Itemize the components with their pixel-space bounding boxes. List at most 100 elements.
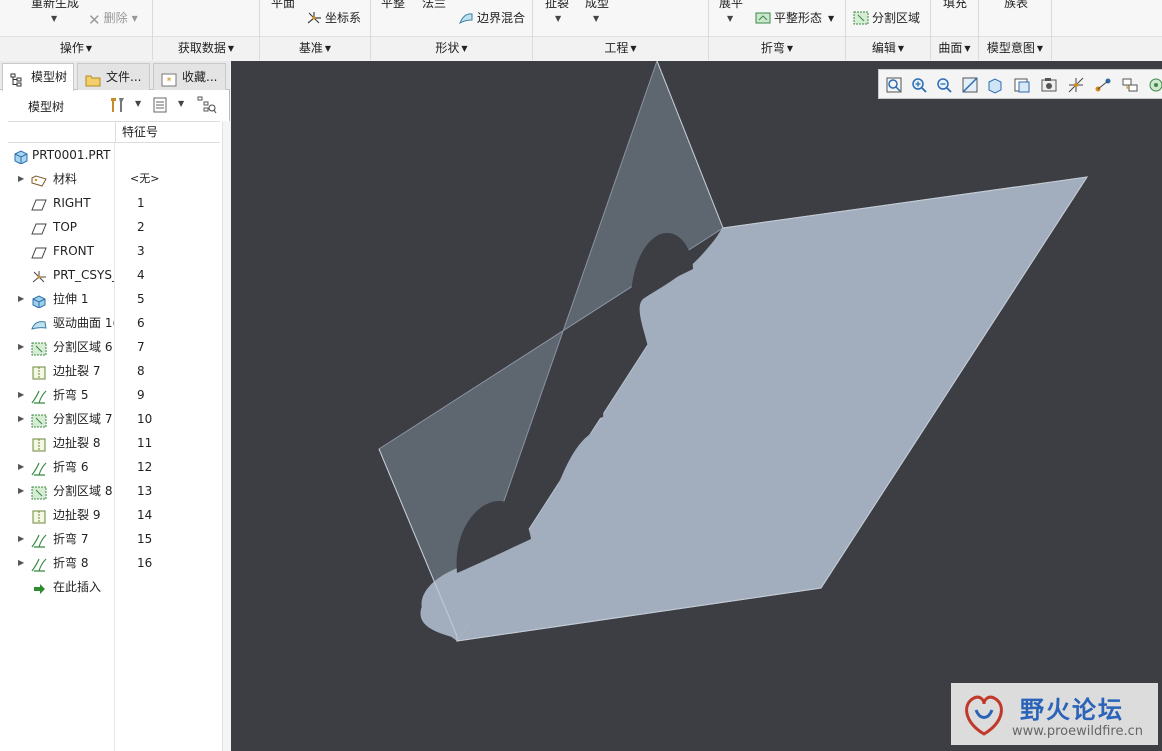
- appearance-icon[interactable]: [1147, 76, 1162, 94]
- tree-row[interactable]: TOP 2: [0, 215, 222, 239]
- datum-display-icon[interactable]: [1067, 76, 1085, 94]
- tree-item-feature-number: 6: [137, 316, 145, 330]
- expand-arrow-icon[interactable]: ▶: [18, 335, 24, 359]
- bend-icon: [31, 388, 47, 404]
- unbend-button[interactable]: 展平: [719, 0, 743, 10]
- tree-item-name: TOP: [53, 220, 78, 234]
- group-title-operations[interactable]: 操作 ▼: [0, 36, 152, 60]
- group-datum: 平面 坐标系 基准 ▼: [260, 0, 371, 60]
- refit-icon[interactable]: [885, 76, 903, 94]
- tree-item-name: 边扯裂 7: [53, 364, 101, 378]
- flat-form-button[interactable]: 平整形态 ▼: [755, 11, 834, 28]
- zoom-out-icon[interactable]: [935, 76, 953, 94]
- tab-favorites[interactable]: * 收藏...: [153, 63, 226, 90]
- group-title-bend[interactable]: 折弯 ▼: [709, 36, 845, 60]
- tree-item-feature-number: 14: [137, 508, 153, 522]
- expand-arrow-icon[interactable]: ▶: [18, 167, 24, 191]
- plane-button[interactable]: 平面: [271, 0, 295, 10]
- fill-button[interactable]: 填充: [943, 0, 967, 10]
- form-dropdown-icon[interactable]: ▼: [593, 14, 599, 23]
- group-title-get-data[interactable]: 获取数据 ▼: [153, 36, 259, 60]
- expand-arrow-icon[interactable]: ▶: [18, 407, 24, 431]
- view-manager-icon[interactable]: [1040, 76, 1058, 94]
- sheetmetal-model[interactable]: [231, 61, 1162, 751]
- unbend-dropdown-icon[interactable]: ▼: [727, 14, 733, 23]
- display-style-icon[interactable]: [986, 76, 1004, 94]
- group-title-model-intent[interactable]: 模型意图 ▼: [979, 36, 1051, 60]
- repaint-icon[interactable]: [961, 76, 979, 94]
- csys-button[interactable]: 坐标系: [306, 11, 361, 28]
- expand-arrow-icon[interactable]: ▶: [18, 287, 24, 311]
- show-list-dropdown-icon[interactable]: ▼: [178, 99, 184, 108]
- tree-column-header: 特征号: [8, 121, 220, 143]
- rip-button[interactable]: 扯裂: [545, 0, 569, 10]
- expand-arrow-icon[interactable]: ▶: [18, 551, 24, 575]
- family-table-button[interactable]: 族表: [1004, 0, 1028, 10]
- regenerate-button[interactable]: 重新生成: [31, 0, 79, 10]
- tree-item-feature-number: 15: [137, 532, 153, 546]
- material-icon: [31, 172, 47, 187]
- tree-item-name: PRT0001.PRT: [32, 148, 111, 162]
- tree-row[interactable]: ▶ 折弯 8 16: [0, 551, 222, 575]
- flat-form-icon: [755, 11, 771, 28]
- datum-plane-icon: [31, 220, 47, 235]
- form-button[interactable]: 成型: [585, 0, 609, 10]
- saved-views-icon[interactable]: [1013, 76, 1031, 94]
- tree-settings-icon[interactable]: [108, 96, 128, 117]
- tree-row[interactable]: ▶ 拉伸 1 5: [0, 287, 222, 311]
- tree-row[interactable]: PRT_CSYS_ 4: [0, 263, 222, 287]
- tree-item-name: 折弯 7: [53, 532, 89, 546]
- graphics-viewport[interactable]: 野火论坛 www.proewildfire.cn: [231, 61, 1162, 751]
- group-title-edit[interactable]: 编辑 ▼: [846, 36, 930, 60]
- tree-item-name: 材料: [53, 172, 78, 186]
- tree-scrollbar[interactable]: [222, 121, 230, 751]
- expand-arrow-icon[interactable]: ▶: [18, 455, 24, 479]
- tree-row[interactable]: ▶ 折弯 6 12: [0, 455, 222, 479]
- group-title-engineering[interactable]: 工程 ▼: [533, 36, 708, 60]
- model-tree-label: 模型树: [28, 100, 65, 114]
- annotation-display-icon[interactable]: [1094, 76, 1112, 94]
- tree-filter-icon[interactable]: [197, 96, 217, 117]
- tab-model-tree[interactable]: 模型树: [2, 63, 74, 91]
- tree-item-feature-number: 10: [137, 412, 153, 426]
- tree-row[interactable]: RIGHT 1: [0, 191, 222, 215]
- panel-tabs: 模型树 文件... * 收藏...: [0, 61, 230, 91]
- tree-row[interactable]: 在此插入: [0, 575, 222, 599]
- rip-dropdown-icon[interactable]: ▼: [555, 14, 561, 23]
- edge-rip-icon: [31, 436, 47, 452]
- datum-plane-icon: [31, 244, 47, 259]
- tree-row[interactable]: ▶ 分割区域 7 10: [0, 407, 222, 431]
- zoom-in-icon[interactable]: [910, 76, 928, 94]
- expand-arrow-icon[interactable]: ▶: [18, 383, 24, 407]
- tree-row[interactable]: ▶ 材料 <无>: [0, 167, 222, 191]
- boundary-blend-icon: [458, 11, 474, 28]
- tree-item-feature-number: 1: [137, 196, 145, 210]
- tree-row[interactable]: 边扯裂 8 11: [0, 431, 222, 455]
- flat-button[interactable]: 平整: [381, 0, 405, 10]
- group-title-surface[interactable]: 曲面 ▼: [931, 36, 978, 60]
- spin-center-icon[interactable]: [1121, 76, 1139, 94]
- tree-row[interactable]: ▶ 折弯 7 15: [0, 527, 222, 551]
- tree-row[interactable]: ▶ 分割区域 8 13: [0, 479, 222, 503]
- tree-row[interactable]: 边扯裂 7 8: [0, 359, 222, 383]
- group-title-shape[interactable]: 形状 ▼: [371, 36, 532, 60]
- expand-arrow-icon[interactable]: ▶: [18, 527, 24, 551]
- tree-root-part[interactable]: PRT0001.PRT: [0, 143, 222, 167]
- regenerate-dropdown-icon[interactable]: ▼: [51, 14, 57, 23]
- svg-text:*: *: [167, 76, 172, 87]
- group-title-datum[interactable]: 基准 ▼: [260, 36, 370, 60]
- tree-row[interactable]: 边扯裂 9 14: [0, 503, 222, 527]
- tree-settings-dropdown-icon[interactable]: ▼: [135, 99, 141, 108]
- show-list-icon[interactable]: [152, 97, 168, 116]
- tree-row[interactable]: 驱动曲面 1(6: [0, 311, 222, 335]
- tree-row[interactable]: FRONT 3: [0, 239, 222, 263]
- boundary-blend-button[interactable]: 边界混合: [458, 11, 525, 28]
- split-area-button[interactable]: 分割区域: [853, 11, 920, 28]
- delete-button[interactable]: ✕ 删除 ▼: [88, 11, 138, 28]
- feature-number-column-header[interactable]: 特征号: [115, 122, 220, 143]
- expand-arrow-icon[interactable]: ▶: [18, 479, 24, 503]
- flange-button[interactable]: 法兰: [422, 0, 446, 10]
- tree-row[interactable]: ▶ 分割区域 6 7: [0, 335, 222, 359]
- tree-row[interactable]: ▶ 折弯 5 9: [0, 383, 222, 407]
- tab-folder-browser[interactable]: 文件...: [77, 63, 150, 90]
